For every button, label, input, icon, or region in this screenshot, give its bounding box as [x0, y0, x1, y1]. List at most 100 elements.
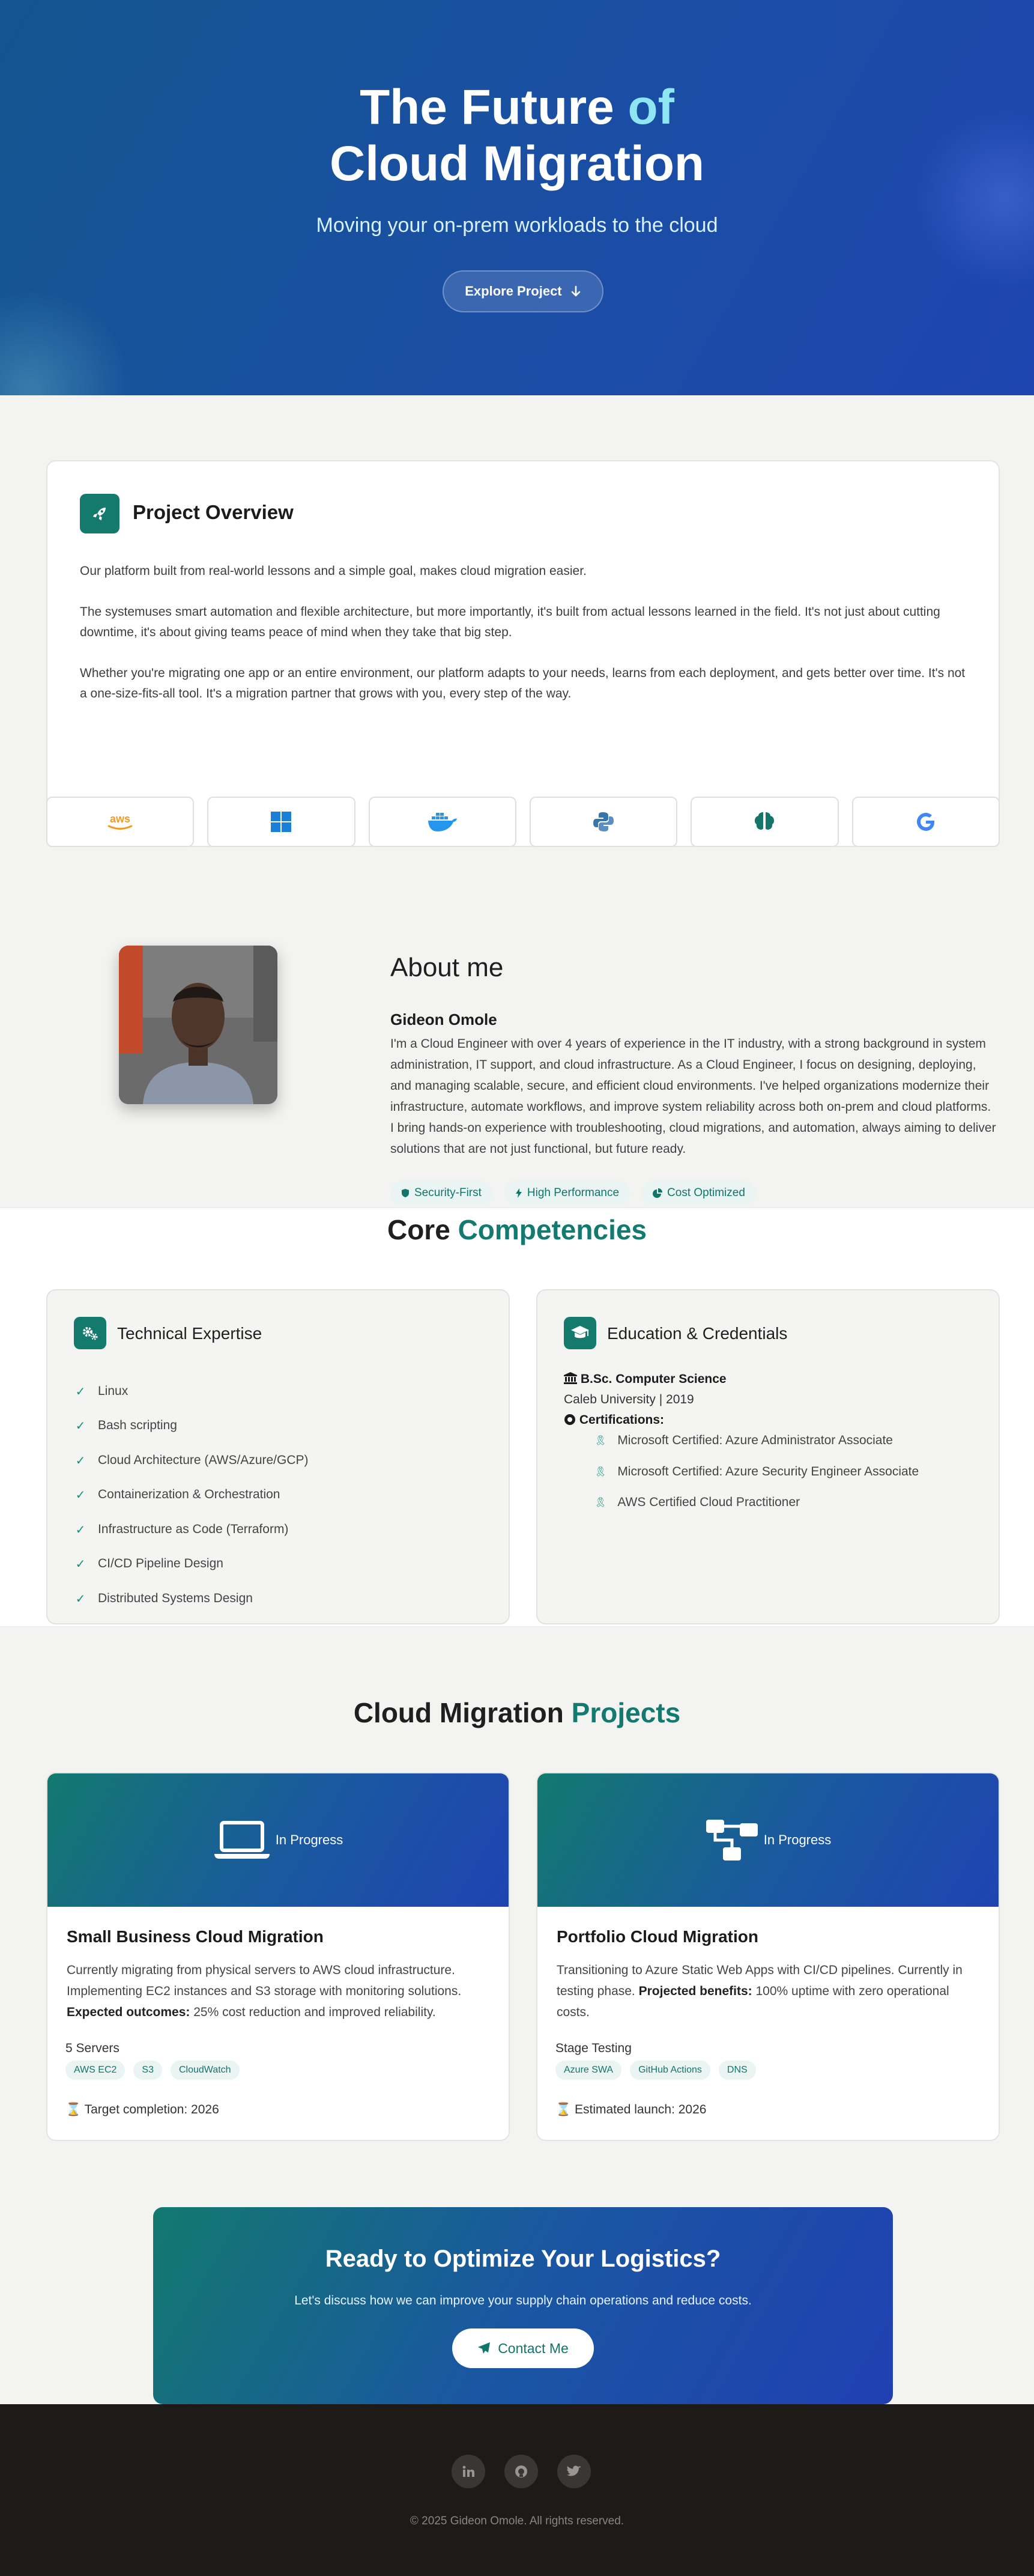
check-icon: ✓	[75, 1385, 86, 1399]
skill-label: Distributed Systems Design	[98, 1591, 253, 1605]
hero-section: The Future of Cloud Migration Moving you…	[0, 0, 1034, 395]
project-card-small-business: In Progress Small Business Cloud Migrati…	[46, 1772, 510, 2141]
badge-security-first: Security-First	[390, 1181, 492, 1205]
badge-high-performance: High Performance	[504, 1181, 630, 1205]
certifications-heading: Certifications:	[579, 1413, 665, 1427]
project-status: In Progress	[763, 1832, 832, 1847]
skill-item: ✓ Cloud Architecture (AWS/Azure/GCP)	[74, 1448, 309, 1472]
skill-item: ✓ CI/CD Pipeline Design	[74, 1552, 223, 1576]
skill-label: Bash scripting	[98, 1418, 177, 1432]
project-header: In Progress	[47, 1773, 509, 1907]
tech-tile-python	[529, 797, 678, 847]
cert-item: 🎗 Microsoft Certified: Azure Administrato…	[594, 1433, 893, 1448]
cta-title: Ready to Optimize Your Logistics?	[325, 2246, 721, 2272]
tech-tag: Azure SWA	[555, 2061, 622, 2080]
technical-title: Technical Expertise	[117, 1324, 262, 1343]
project-tags: Azure SWA GitHub Actions DNS	[555, 2061, 756, 2080]
google-icon	[916, 813, 934, 831]
ribbon-icon: 🎗	[594, 1498, 607, 1508]
copyright-text: © 2025 Gideon Omole. All rights reserved…	[410, 2515, 624, 2527]
tech-tag: S3	[133, 2061, 162, 2080]
check-icon: ✓	[75, 1419, 86, 1433]
project-footer: ⌛ Estimated launch: 2026	[555, 2103, 706, 2117]
skill-label: CI/CD Pipeline Design	[98, 1557, 223, 1570]
cta-banner: Ready to Optimize Your Logistics? Let's …	[153, 2207, 893, 2404]
education-icon-box	[564, 1317, 596, 1349]
ribbon-icon: 🎗	[594, 1467, 607, 1477]
project-outcome-text: 25% cost reduction and improved reliabil…	[193, 2005, 436, 2019]
check-icon: ✓	[75, 1592, 86, 1606]
competencies-title: Core Competencies	[0, 1214, 1034, 1246]
hero-title-accent: of	[627, 80, 674, 135]
sitemap-icon	[706, 1820, 758, 1861]
skill-item: ✓ Distributed Systems Design	[74, 1587, 253, 1611]
linkedin-link[interactable]	[452, 2455, 485, 2488]
projects-title-a: Cloud Migration	[353, 1697, 564, 1728]
check-icon: ✓	[75, 1488, 86, 1502]
docker-icon	[428, 813, 457, 831]
badge-cost-optimized: Cost Optimized	[642, 1181, 756, 1205]
github-link[interactable]	[504, 2455, 538, 2488]
cert-label: Microsoft Certified: Azure Administrator…	[617, 1433, 893, 1447]
tech-logo-row: aws	[46, 797, 1000, 847]
skill-item: ✓ Linux	[74, 1379, 128, 1403]
skill-item: ✓ Bash scripting	[74, 1414, 177, 1438]
overview-paragraph-3: Whether you're migrating one app or an e…	[80, 666, 966, 700]
cert-item: 🎗 AWS Certified Cloud Practitioner	[594, 1495, 800, 1510]
twitter-icon	[567, 2465, 581, 2476]
skill-label: Linux	[98, 1384, 128, 1398]
social-links	[452, 2455, 591, 2488]
python-icon	[593, 812, 614, 831]
overview-paragraph-2: The systemuses smart automation and flex…	[80, 605, 940, 639]
ribbon-icon: 🎗	[594, 1436, 607, 1446]
laptop-icon	[214, 1821, 270, 1859]
hero-title: The Future of Cloud Migration	[0, 79, 1034, 192]
hourglass-icon: ⌛	[555, 2103, 572, 2116]
arrow-down-icon	[571, 285, 581, 297]
skill-item: ✓ Infrastructure as Code (Terraform)	[74, 1517, 289, 1542]
skill-label: Containerization & Orchestration	[98, 1487, 280, 1501]
windows-icon	[271, 812, 292, 832]
tech-tag: CloudWatch	[171, 2061, 240, 2080]
gears-icon	[83, 1327, 98, 1340]
skill-label: Infrastructure as Code (Terraform)	[98, 1522, 289, 1536]
paper-plane-icon	[478, 2342, 491, 2354]
tech-tag: GitHub Actions	[630, 2061, 710, 2080]
project-overview-card: Project Overview Our platform built from…	[46, 460, 1000, 847]
brain-icon	[755, 812, 775, 830]
project-header: In Progress	[537, 1773, 999, 1907]
cta-text: Let's discuss how we can improve your su…	[294, 2294, 752, 2307]
rocket-icon	[92, 508, 106, 521]
overview-title: Project Overview	[133, 501, 294, 523]
profile-photo-illustration	[119, 946, 277, 1104]
project-outcome-label: Expected outcomes:	[67, 2005, 190, 2019]
twitter-link[interactable]	[557, 2455, 591, 2488]
about-bio: I'm a Cloud Engineer with over 4 years o…	[390, 1037, 996, 1156]
degree-label: B.Sc. Computer Science	[580, 1372, 727, 1386]
skill-label: Cloud Architecture (AWS/Azure/GCP)	[98, 1453, 309, 1467]
technical-icon-box	[74, 1317, 106, 1349]
pie-chart-icon	[653, 1188, 663, 1198]
contact-me-button[interactable]: Contact Me	[452, 2328, 594, 2368]
overview-paragraph-1: Our platform built from real-world lesso…	[80, 564, 587, 578]
project-meta: Stage Testing	[555, 2041, 632, 2055]
tech-tile-brain	[691, 797, 839, 847]
badge-label: Cost Optimized	[667, 1186, 745, 1199]
aws-icon: aws	[107, 813, 133, 830]
competencies-title-a: Core	[387, 1214, 450, 1245]
hourglass-icon: ⌛	[65, 2103, 82, 2116]
linkedin-icon	[462, 2465, 474, 2477]
github-icon	[515, 2465, 527, 2477]
competencies-title-b: Competencies	[458, 1214, 647, 1245]
check-icon: ✓	[75, 1523, 86, 1537]
university-icon	[564, 1372, 577, 1384]
about-badges: Security-First High Performance Cost Opt…	[390, 1181, 756, 1205]
explore-project-button[interactable]: Explore Project	[443, 270, 603, 312]
tech-tag: DNS	[718, 2061, 756, 2080]
certifications-heading-line: Certifications:	[564, 1413, 664, 1427]
tech-tile-google	[851, 797, 1000, 847]
project-desc-text: Currently migrating from physical server…	[67, 1963, 462, 1998]
education-title: Education & Credentials	[607, 1324, 788, 1343]
overview-icon-box	[80, 494, 119, 533]
contact-me-label: Contact Me	[498, 2341, 569, 2356]
